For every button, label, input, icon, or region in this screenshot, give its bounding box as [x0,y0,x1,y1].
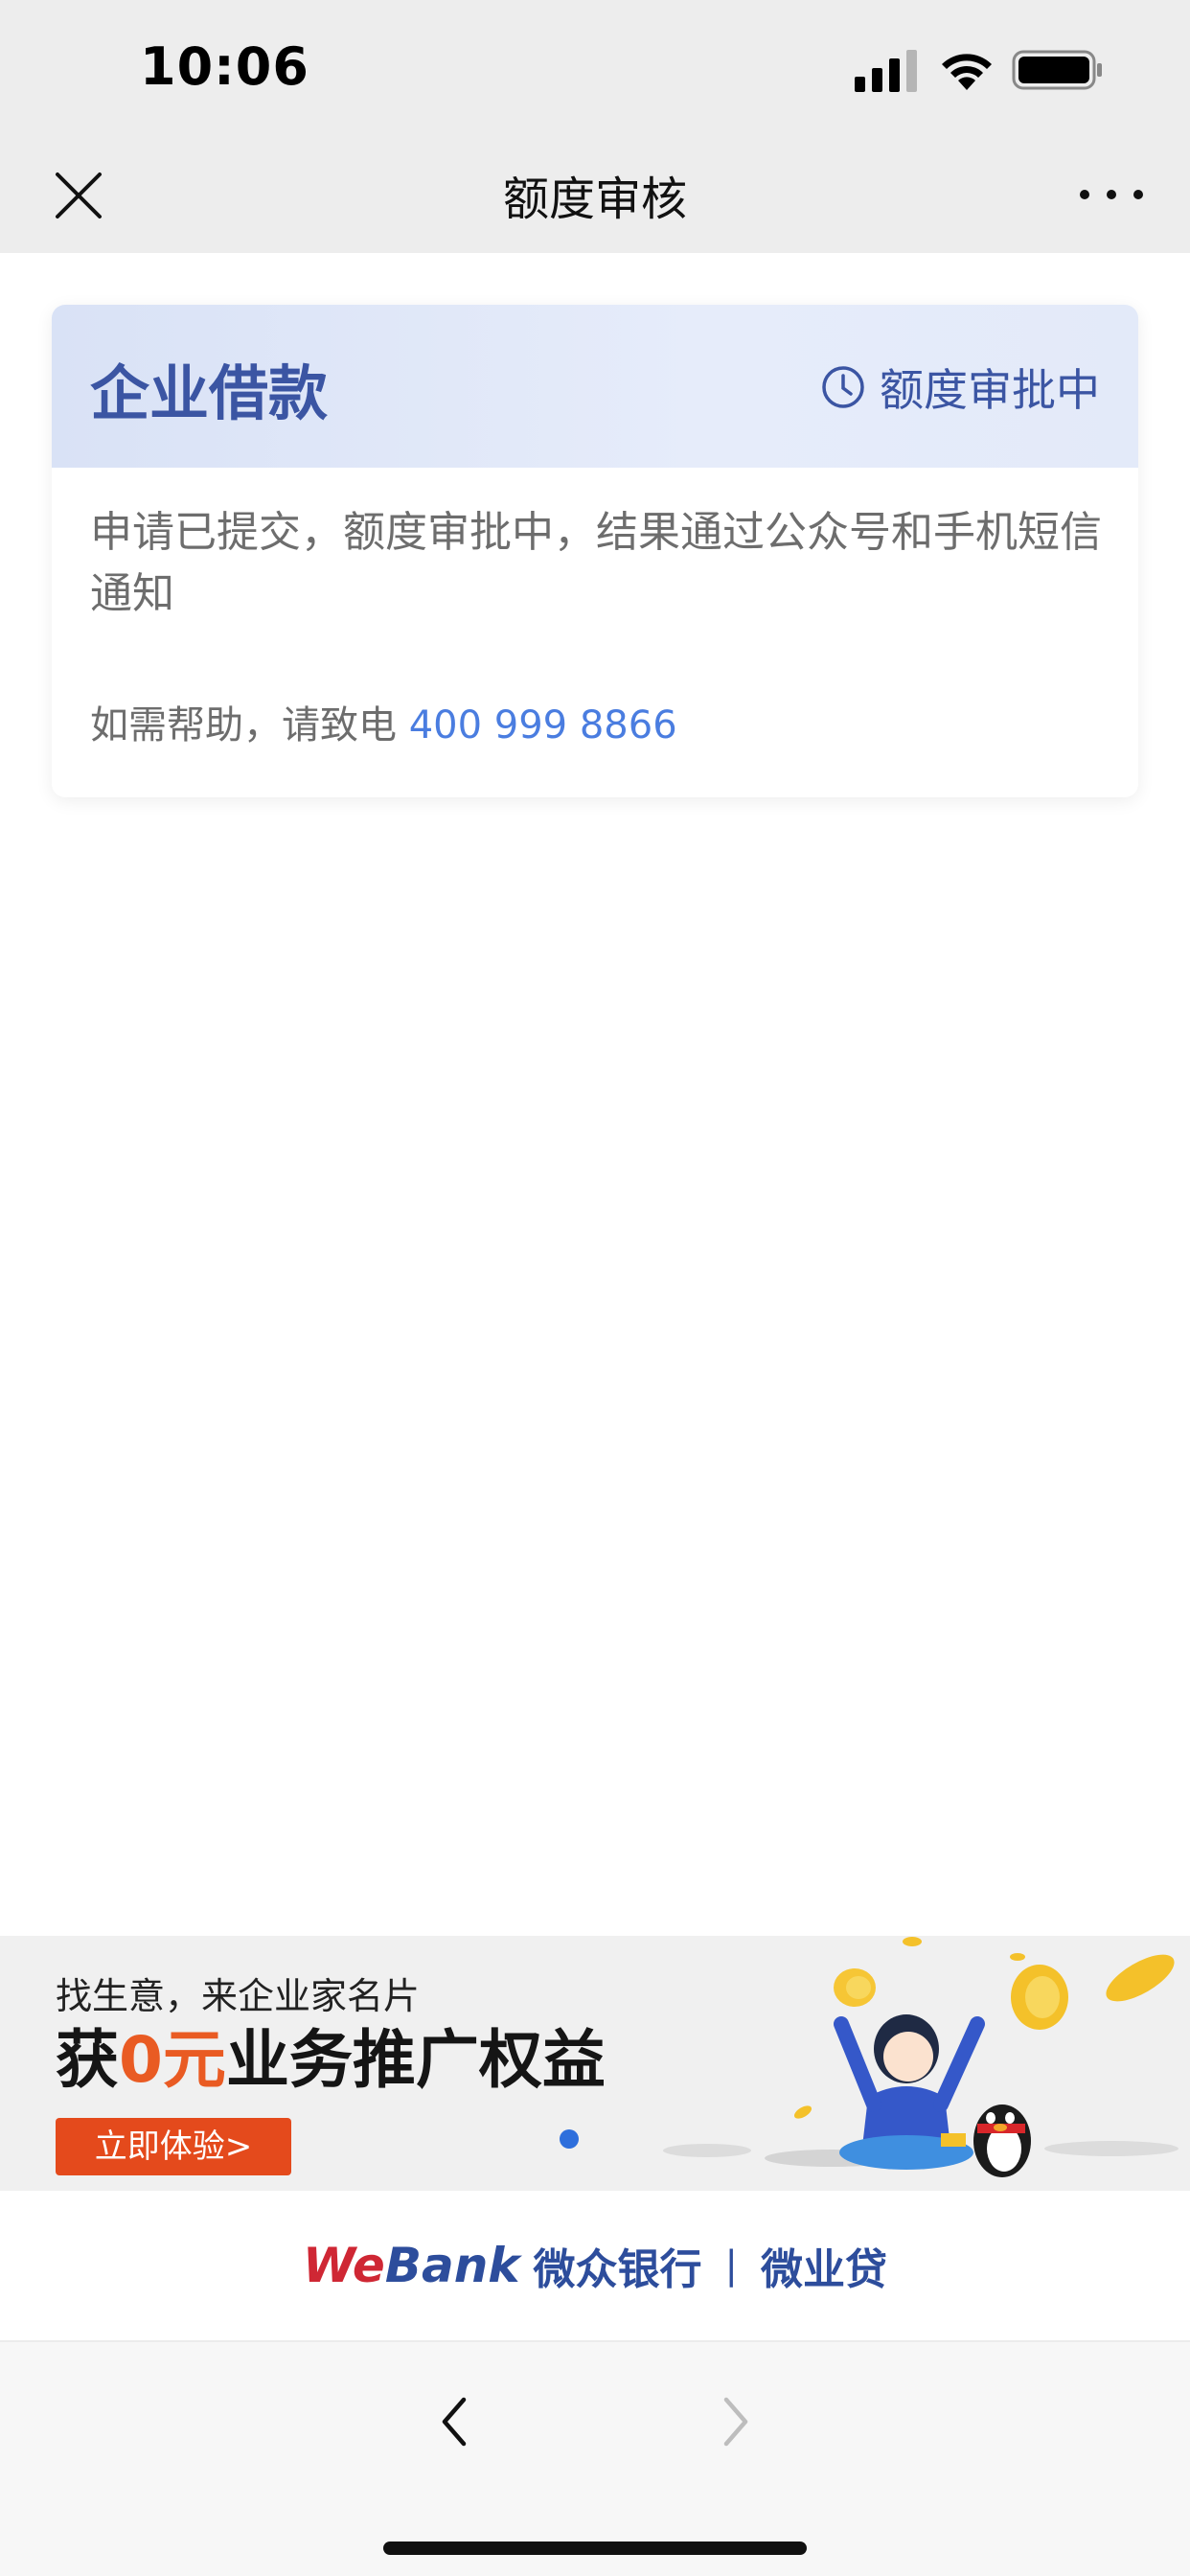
status-time: 10:06 [140,36,309,97]
clock-icon [822,366,864,408]
status-message: 申请已提交，额度审批中，结果通过公众号和手机短信通知 [90,508,1102,618]
back-arrow-icon[interactable] [431,2388,479,2455]
headline-post: 业务推广权益 [225,2023,606,2097]
status-label: 额度审批中 [880,364,1100,416]
help-prefix: 如需帮助，请致电 [90,703,409,748]
card-title: 企业借款 [90,358,329,428]
top-bar: 10:06 额度审核 [0,0,1190,253]
nav-bar: 额度审核 [0,134,1190,253]
logo-bank: Bank [384,2238,520,2293]
help-line: 如需帮助，请致电 400 999 8866 [90,694,677,749]
headline-pre: 获 [56,2023,119,2097]
more-icon[interactable] [1073,171,1150,218]
brand-separator: | [724,2243,739,2288]
promo-illustration [663,1937,1179,2177]
phone-link[interactable]: 400 999 8866 [409,703,677,748]
cellular-signal-icon [855,50,917,92]
card-header: 企业借款 额度审批中 [52,305,1138,468]
brand-footer: WeBank 微众银行 | 微业贷 [0,2191,1190,2342]
battery-icon [1012,50,1102,90]
wifi-icon [942,54,992,90]
product-name: 微业贷 [761,2245,888,2294]
status-indicator: 额度审批中 [820,358,1100,416]
logo-we: We [302,2238,385,2293]
promo-banner[interactable]: 找生意，来企业家名片 获0元业务推广权益 立即体验> [0,1936,1190,2191]
loan-status-card: 企业借款 额度审批中 申请已提交，额度审批中，结果通过公众号和手机短信通知 如需… [52,305,1138,797]
home-indicator[interactable] [383,2542,807,2555]
headline-highlight: 0元 [119,2023,226,2097]
try-now-button[interactable]: 立即体验> [56,2118,291,2175]
bank-name: 微众银行 [533,2245,702,2294]
banner-headline: 获0元业务推广权益 [56,2009,606,2101]
card-body: 申请已提交，额度审批中，结果通过公众号和手机短信通知 [90,502,1106,625]
forward-arrow-icon[interactable] [711,2388,759,2455]
webank-logo: WeBank [303,2238,520,2293]
status-bar: 10:06 [0,0,1190,134]
browser-toolbar [0,2342,1190,2576]
page-title: 额度审核 [502,172,687,226]
carousel-indicator-dot[interactable] [560,2129,579,2149]
